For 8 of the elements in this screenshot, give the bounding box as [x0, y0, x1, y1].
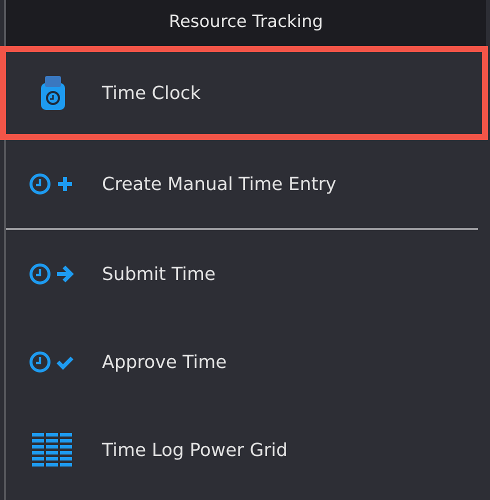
menu-title: Resource Tracking — [168, 12, 324, 34]
menu-item[interactable]: Create Manual Time Entry — [6, 140, 486, 228]
clock-card-icon — [40, 75, 66, 111]
menu-item[interactable]: Time Log Power Grid — [6, 406, 486, 494]
grid-icon — [32, 433, 74, 467]
highlighted-menu-item[interactable]: Time Clock — [0, 46, 488, 140]
menu-item[interactable]: Approve Time — [6, 318, 486, 406]
menu-item[interactable]: Submit Time — [6, 230, 486, 318]
